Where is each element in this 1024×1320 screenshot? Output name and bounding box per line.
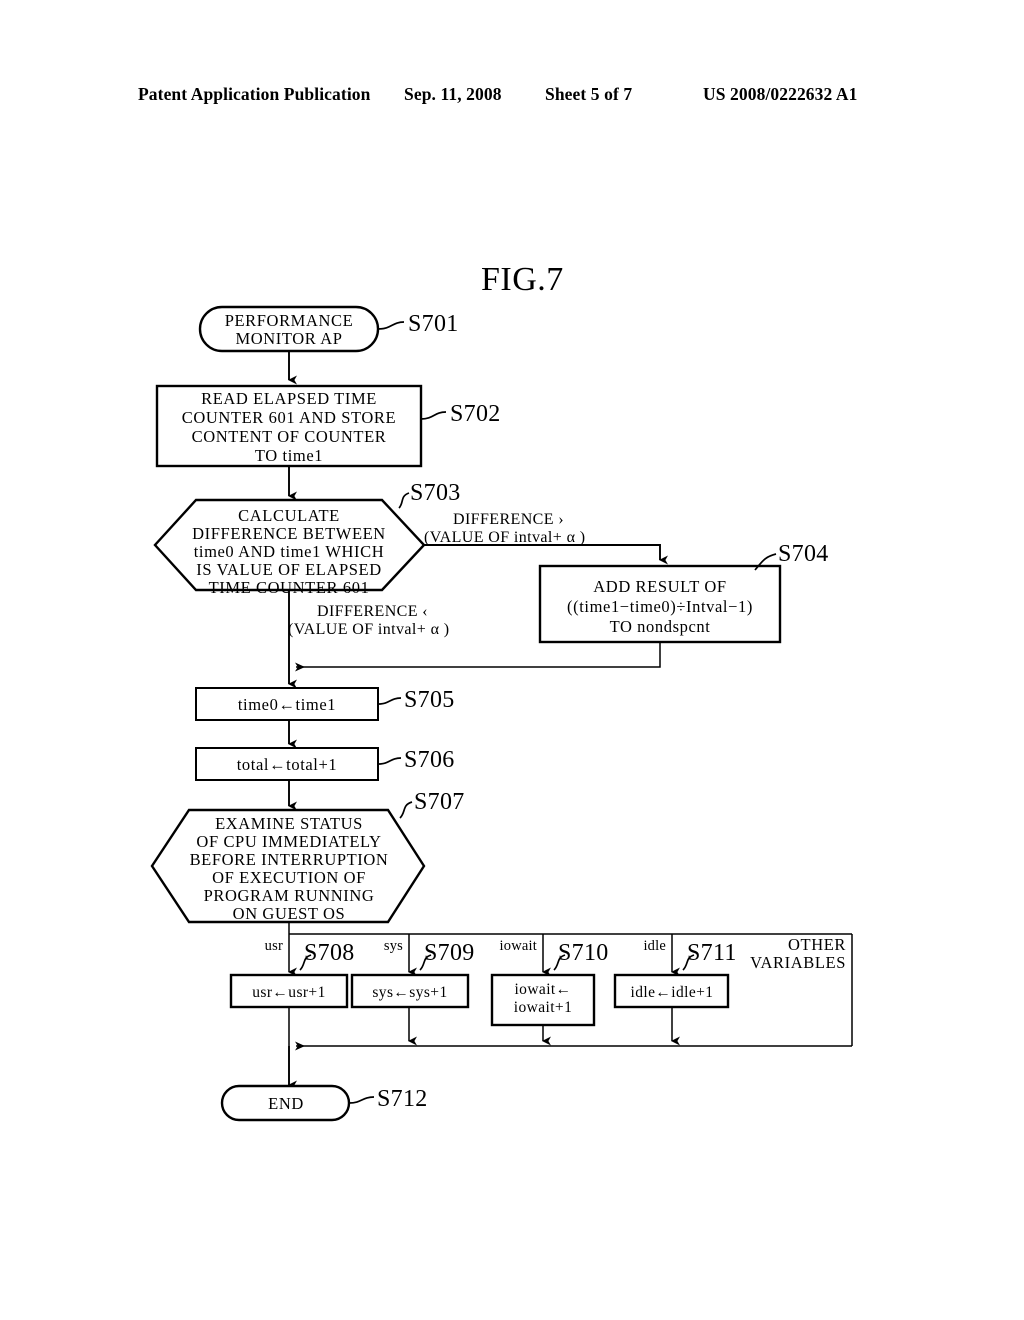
branch-label-iowait: iowait [500,938,537,954]
connector-s704-merge [295,642,661,672]
node-s710-line-1: iowait← [514,981,571,998]
flowchart-figure: FIG.7 PERFORMANCE MONITOR AP S701 READ E… [150,261,853,1122]
leader-s706 [377,757,402,765]
node-s701-line-2: MONITOR AP [235,329,342,348]
branch-label-greater-line-2: (VALUE OF intval+ α ) [424,529,586,546]
node-s709-line-1: sys←sys+1 [372,984,447,1001]
leader-s701 [377,321,405,330]
node-s702-line-4: TO time1 [255,446,323,465]
node-s703-line-2: DIFFERENCE BETWEEN [192,524,386,543]
step-label-s711: S711 [687,940,737,966]
step-label-s709: S709 [424,940,475,966]
node-s703-line-3: time0 AND time1 WHICH [194,542,385,561]
leader-s702 [420,411,447,420]
branch-label-less-line-1: DIFFERENCE ‹ [317,603,428,620]
node-s702-line-2: COUNTER 601 AND STORE [182,408,396,427]
node-s707-line-6: ON GUEST OS [233,904,346,923]
step-label-s702: S702 [450,401,501,427]
node-s707-line-3: BEFORE INTERRUPTION [190,850,389,869]
branch-label-other-line-1: OTHER [788,935,846,954]
node-s702-line-1: READ ELAPSED TIME [201,389,377,408]
branch-label-less-line-2: (VALUE OF intval+ α ) [288,621,450,638]
leader-s703 [398,492,410,509]
node-s706-line-1: total←total+1 [237,755,338,774]
branch-label-other-line-2: VARIABLES [750,953,846,972]
node-s708-line-1: usr←usr+1 [252,984,325,1001]
step-label-s703: S703 [410,480,461,506]
step-label-s701: S701 [408,311,459,337]
node-s705-line-1: time0←time1 [238,695,336,714]
figure-title: FIG.7 [481,261,564,298]
branch-label-usr: usr [265,938,283,954]
step-label-s707: S707 [414,789,465,815]
leader-s707 [399,801,413,819]
node-s712-line-1: END [268,1094,304,1113]
node-s701-line-1: PERFORMANCE [225,311,354,330]
step-label-s712: S712 [377,1086,428,1112]
node-s703-line-4: IS VALUE OF ELAPSED [196,560,381,579]
branch-label-greater-line-1: DIFFERENCE › [453,511,564,528]
node-s710-line-2: iowait+1 [514,999,572,1016]
node-s707-line-2: OF CPU IMMEDIATELY [196,832,381,851]
node-s707-line-5: PROGRAM RUNNING [204,886,375,905]
connector-s703-s704 [424,544,668,565]
step-label-s708: S708 [304,940,355,966]
step-label-s704: S704 [778,541,829,567]
node-s707-line-4: OF EXECUTION OF [212,868,366,887]
leader-s705 [377,697,402,705]
node-s707-line-1: EXAMINE STATUS [215,814,363,833]
step-label-s710: S710 [558,940,609,966]
step-label-s706: S706 [404,747,455,773]
node-s703-line-1: CALCULATE [238,506,340,525]
branch-label-sys: sys [384,938,403,954]
node-s704-line-1: ADD RESULT OF [593,577,726,596]
node-s711-line-1: idle←idle+1 [631,984,714,1001]
leader-s712 [348,1096,375,1104]
step-label-s705: S705 [404,687,455,713]
node-s702-line-3: CONTENT OF COUNTER [192,427,387,446]
node-s704-line-2: ((time1−time0)÷Intval−1) [567,597,753,616]
branch-label-idle: idle [643,938,666,954]
patent-page: Patent Application Publication Sep. 11, … [0,0,1024,1320]
node-s704-line-3: TO nondspcnt [610,617,711,636]
